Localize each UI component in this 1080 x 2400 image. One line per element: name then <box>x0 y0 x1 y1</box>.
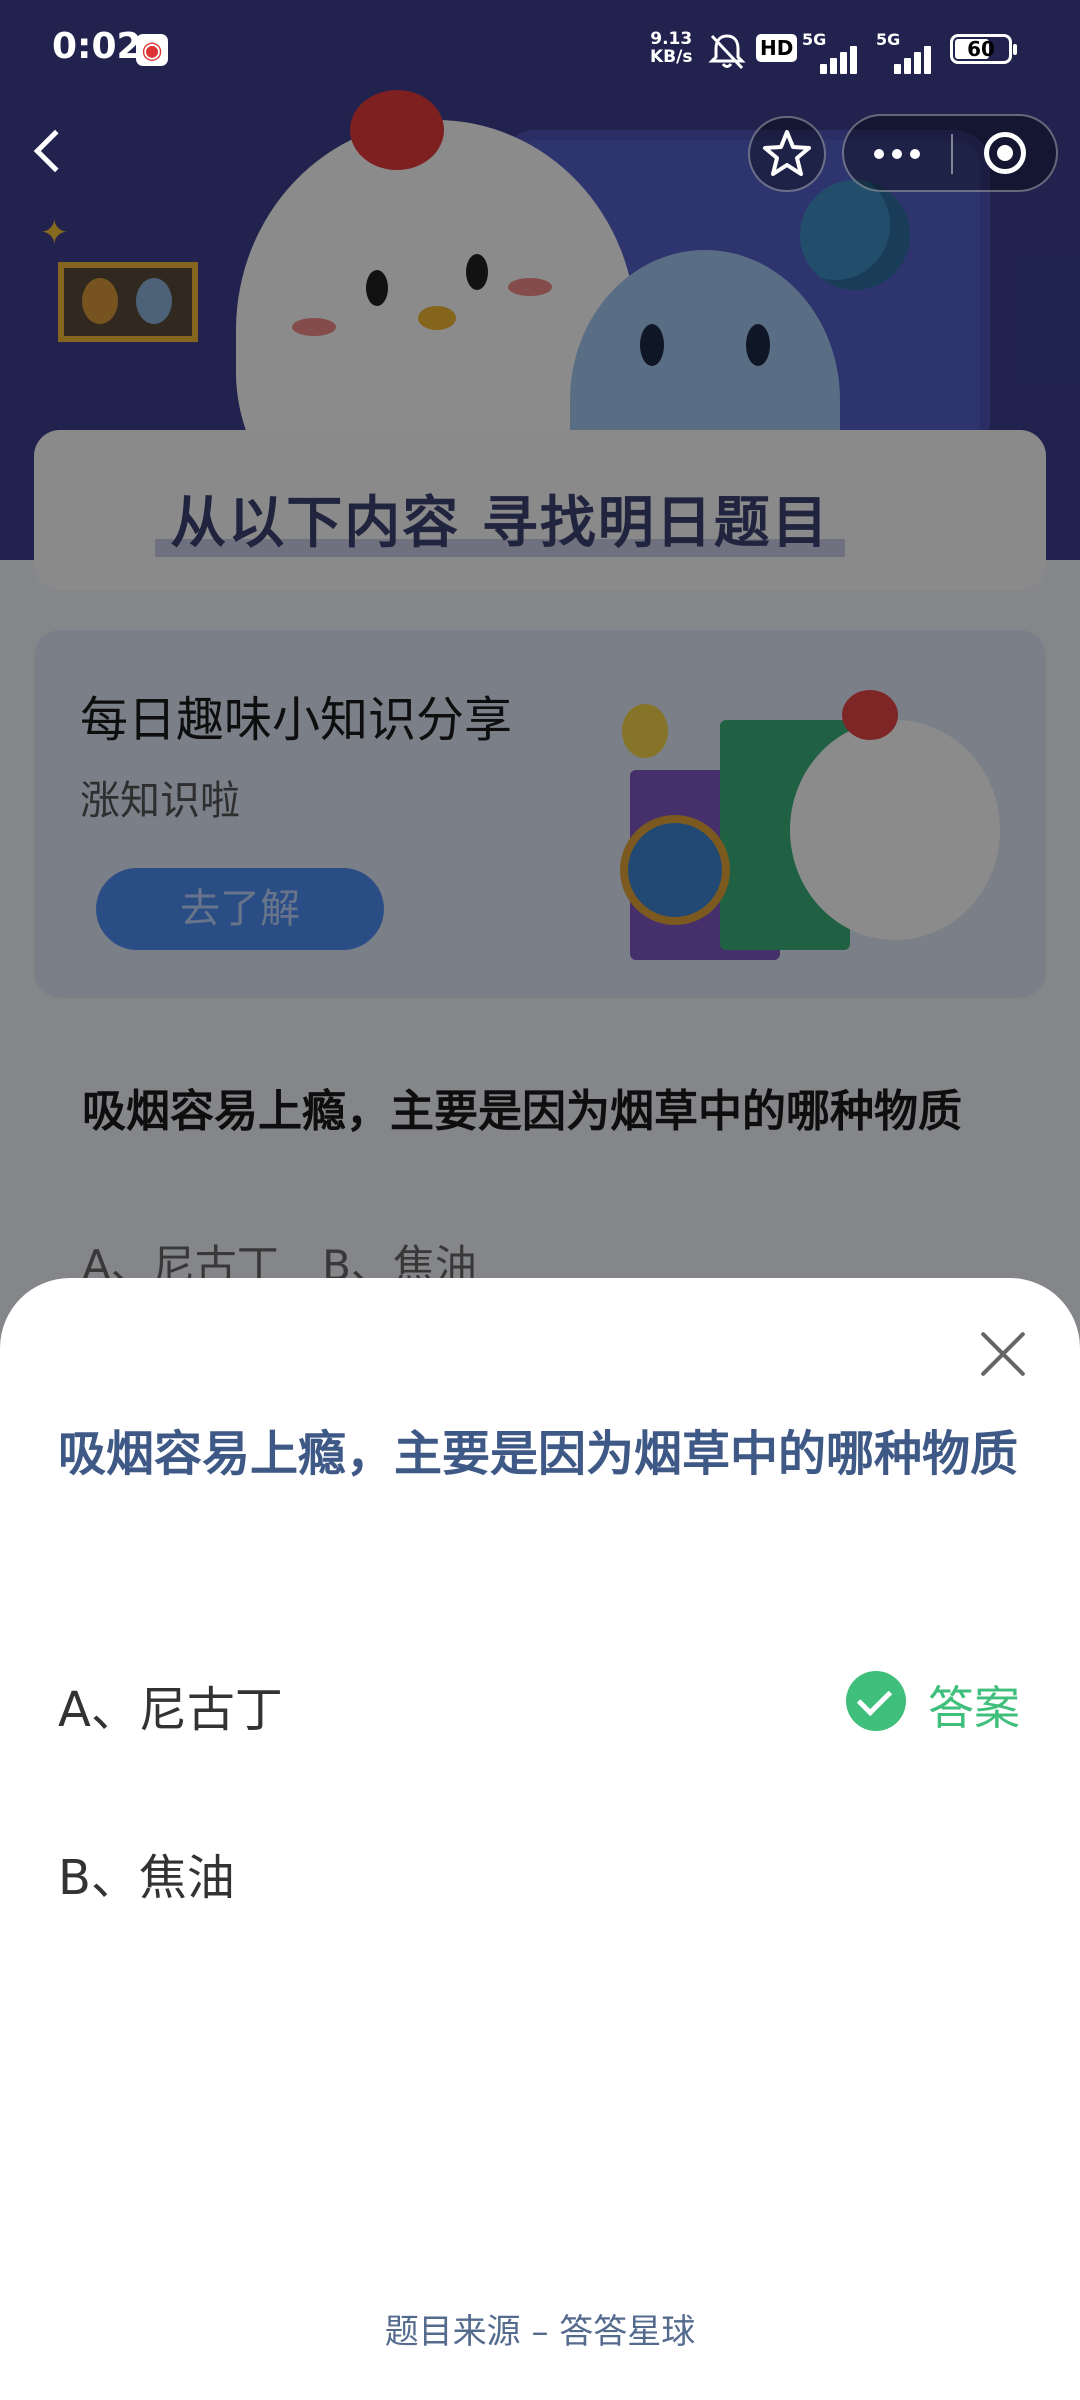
mute-icon <box>708 34 746 70</box>
favorite-button[interactable] <box>748 116 826 192</box>
more-icon-dot <box>910 149 920 159</box>
star-icon <box>763 130 811 176</box>
status-bar: 0:02 ◉ 9.13 KB/s HD 5G 5G 60 <box>0 0 1080 100</box>
option-a[interactable]: A、尼古丁 答案 <box>0 1646 1080 1756</box>
mini-program-capsule <box>842 114 1058 192</box>
more-icon <box>874 149 884 159</box>
option-label: A、尼古丁 <box>58 1682 283 1738</box>
answer-label: 答案 <box>928 1681 1020 1735</box>
sheet-question: 吸烟容易上瘾，主要是因为烟草中的哪种物质 <box>58 1426 1019 1482</box>
network-speed-value: 9.13 <box>650 29 693 49</box>
option-b[interactable]: B、焦油 <box>0 1814 1080 1924</box>
network-speed: 9.13 KB/s <box>650 30 692 66</box>
hd-badge: HD <box>756 34 798 62</box>
weibo-icon: ◉ <box>136 34 168 66</box>
network-speed-unit: KB/s <box>650 47 693 67</box>
signal-bars-icon <box>880 44 936 74</box>
battery-icon: 60 <box>950 34 1017 64</box>
close-sheet-button[interactable] <box>976 1324 1032 1380</box>
target-icon <box>984 132 1026 174</box>
more-icon-dot <box>892 149 902 159</box>
capsule-divider <box>951 134 953 174</box>
signal-bars-icon <box>806 44 862 74</box>
exit-mini-program-button[interactable] <box>954 116 1056 190</box>
option-label: B、焦油 <box>58 1850 235 1906</box>
more-button[interactable] <box>844 116 950 190</box>
battery-percent: 60 <box>967 37 995 61</box>
back-icon <box>33 129 77 173</box>
check-icon <box>846 1671 906 1731</box>
question-source: 题目来源 – 答答星球 <box>384 2312 696 2352</box>
clock: 0:02 <box>52 26 142 67</box>
back-button[interactable] <box>28 118 77 188</box>
